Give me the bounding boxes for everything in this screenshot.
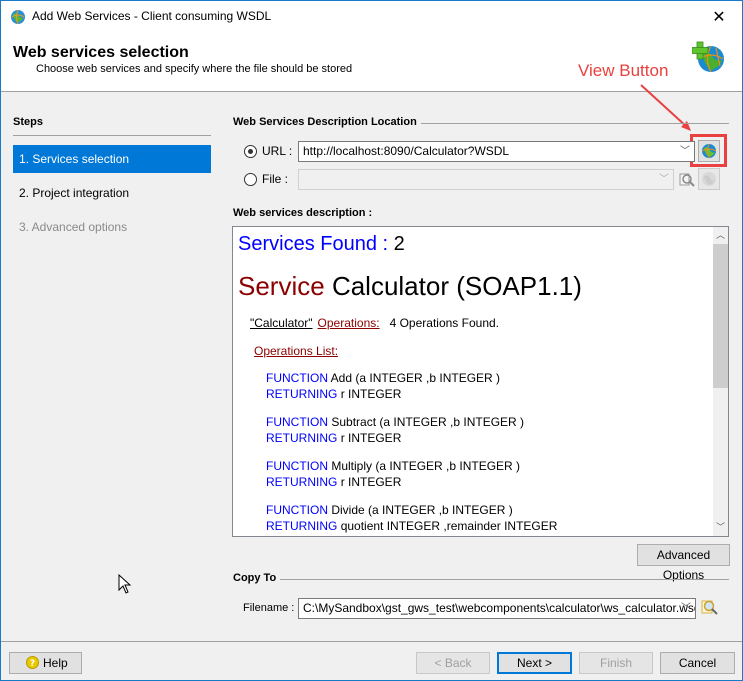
view-button[interactable] — [698, 140, 720, 162]
location-section-title: Web Services Description Location — [233, 116, 421, 128]
mouse-cursor-icon — [118, 574, 132, 594]
title-bar: Add Web Services - Client consuming WSDL… — [1, 1, 742, 32]
help-icon: ? — [26, 656, 39, 669]
function-returns: r INTEGER — [340, 475, 402, 489]
page-title: Web services selection — [13, 44, 189, 61]
service-name: Calculator (SOAP1.1) — [331, 271, 582, 301]
annotation-label: View Button — [578, 61, 669, 80]
scroll-down-icon[interactable]: ﹀ — [713, 519, 728, 536]
annotation-arrow — [640, 84, 691, 131]
file-label: File : — [262, 172, 289, 186]
close-button[interactable]: ✕ — [696, 1, 742, 32]
url-combobox[interactable]: http://localhost:8090/Calculator?WSDL ﹀ — [298, 141, 695, 162]
step-services-selection[interactable]: 1. Services selection — [13, 145, 211, 173]
description-content: Services Found : 2 Service Calculator (S… — [233, 227, 714, 536]
window-title: Add Web Services - Client consuming WSDL — [32, 9, 272, 23]
services-found: Services Found : 2 — [238, 233, 405, 256]
url-label: URL : — [262, 144, 293, 158]
service-heading: Service Calculator (SOAP1.1) — [238, 271, 582, 302]
step-advanced-options: 3. Advanced options — [19, 220, 128, 234]
chevron-down-icon[interactable]: ﹀ — [679, 142, 691, 161]
function-signature: Divide (a INTEGER ,b INTEGER ) — [331, 503, 513, 517]
steps-divider — [13, 135, 211, 136]
function-entry: FUNCTION Divide (a INTEGER ,b INTEGER ) … — [266, 502, 557, 534]
help-button[interactable]: ? Help — [9, 652, 82, 674]
globe-view-icon — [701, 143, 717, 159]
browse-filename-icon[interactable] — [701, 599, 718, 616]
globe-app-icon — [11, 9, 25, 25]
footer-divider — [1, 641, 742, 642]
service-quoted-link[interactable]: "Calculator" — [250, 316, 313, 330]
step-project-integration[interactable]: 2. Project integration — [13, 179, 211, 207]
finish-button: Finish — [579, 652, 653, 674]
operations-count: 4 Operations Found. — [389, 316, 499, 330]
next-button[interactable]: Next > — [497, 652, 572, 674]
cancel-button[interactable]: Cancel — [660, 652, 735, 674]
filename-value: C:\MySandbox\gst_gws_test\webcomponents\… — [303, 601, 696, 615]
services-found-count: 2 — [393, 233, 405, 255]
browse-magnifier-icon[interactable] — [679, 172, 695, 188]
chevron-down-icon[interactable]: ﹀ — [680, 599, 692, 618]
url-value: http://localhost:8090/Calculator?WSDL — [303, 144, 510, 158]
url-radio[interactable] — [244, 145, 257, 158]
chevron-down-icon: ﹀ — [659, 174, 669, 185]
function-signature: Subtract (a INTEGER ,b INTEGER ) — [331, 415, 525, 429]
returning-keyword: RETURNING — [266, 387, 338, 401]
advanced-options-button[interactable]: Advanced Options — [637, 544, 730, 582]
returning-keyword: RETURNING — [266, 519, 338, 533]
function-signature: Add (a INTEGER ,b INTEGER ) — [330, 371, 501, 385]
description-section-title: Web services description : — [233, 207, 377, 219]
function-keyword: FUNCTION — [266, 415, 328, 429]
function-returns: r INTEGER — [340, 387, 402, 401]
function-signature: Multiply (a INTEGER ,b INTEGER ) — [331, 459, 521, 473]
help-label: Help — [43, 656, 68, 670]
file-combobox: ﹀ — [298, 169, 674, 190]
copy-to-divider — [234, 579, 729, 580]
services-found-label: Services Found : — [238, 233, 389, 255]
back-button: < Back — [416, 652, 490, 674]
filename-label: Filename : — [243, 602, 295, 614]
service-keyword: Service — [238, 271, 325, 301]
description-scrollbar[interactable]: ︿ ﹀ — [713, 227, 728, 536]
scroll-up-icon[interactable]: ︿ — [713, 227, 728, 244]
filename-combobox[interactable]: C:\MySandbox\gst_gws_test\webcomponents\… — [298, 598, 696, 619]
file-radio[interactable] — [244, 173, 257, 186]
returning-keyword: RETURNING — [266, 431, 338, 445]
function-keyword: FUNCTION — [266, 459, 328, 473]
add-web-service-icon — [692, 41, 724, 73]
returning-keyword: RETURNING — [266, 475, 338, 489]
function-returns: r INTEGER — [340, 431, 402, 445]
operations-link[interactable]: Operations: — [318, 316, 380, 330]
function-returns: quotient INTEGER ,remainder INTEGER — [340, 519, 558, 533]
globe-disabled-icon — [702, 172, 716, 186]
copy-to-section-title: Copy To — [233, 572, 281, 584]
function-entry: FUNCTION Add (a INTEGER ,b INTEGER ) RET… — [266, 370, 500, 402]
operations-summary: "Calculator" Operations: 4 Operations Foun… — [250, 316, 499, 330]
function-keyword: FUNCTION — [266, 503, 328, 517]
scrollbar-thumb[interactable] — [713, 244, 728, 388]
add-web-services-dialog: Add Web Services - Client consuming WSDL… — [0, 0, 743, 681]
web-services-description-panel[interactable]: Services Found : 2 Service Calculator (S… — [232, 226, 729, 537]
function-entry: FUNCTION Multiply (a INTEGER ,b INTEGER … — [266, 458, 520, 490]
page-subtitle: Choose web services and specify where th… — [36, 63, 353, 75]
steps-panel: Steps 1. Services selection 2. Project i… — [1, 93, 221, 641]
operations-list-link[interactable]: Operations List: — [254, 344, 338, 358]
function-keyword: FUNCTION — [266, 371, 328, 385]
svg-text:?: ? — [30, 659, 35, 669]
steps-heading: Steps — [13, 116, 43, 128]
close-icon: ✕ — [712, 8, 726, 26]
function-entry: FUNCTION Subtract (a INTEGER ,b INTEGER … — [266, 414, 524, 446]
view-file-button — [698, 168, 720, 190]
